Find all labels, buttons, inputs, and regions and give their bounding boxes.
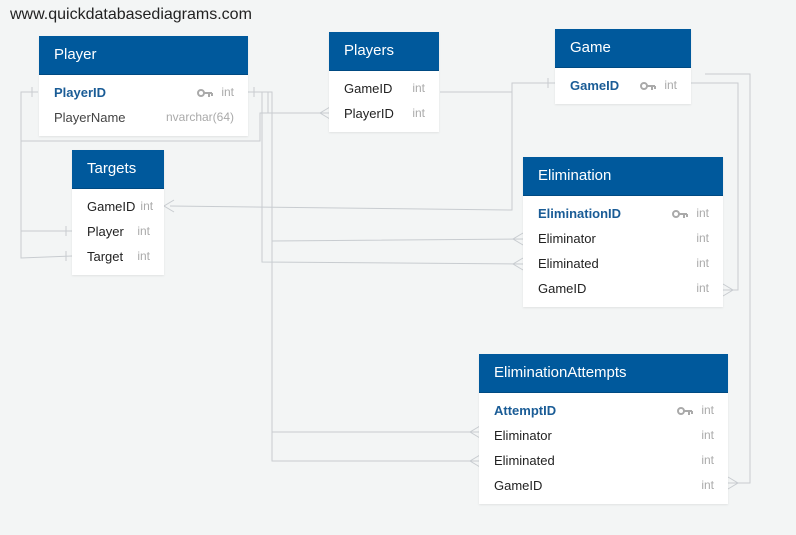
field-row[interactable]: GameID int bbox=[329, 76, 439, 101]
table-elimination[interactable]: Elimination EliminationID int Eliminator… bbox=[523, 157, 723, 307]
field-row[interactable]: Eliminator int bbox=[479, 423, 728, 448]
field-name: EliminationID bbox=[538, 206, 622, 221]
table-title: Elimination bbox=[523, 157, 723, 196]
field-name: PlayerID bbox=[54, 85, 107, 100]
field-name: PlayerID bbox=[344, 106, 394, 121]
link-player-attempt-eliminated bbox=[271, 432, 480, 462]
field-type: int bbox=[696, 256, 709, 270]
table-targets[interactable]: Targets GameID int Player int Target int bbox=[72, 150, 164, 275]
field-type: int bbox=[696, 206, 709, 220]
field-type: int bbox=[701, 428, 714, 442]
field-type: int bbox=[412, 81, 425, 95]
table-game[interactable]: Game GameID int bbox=[555, 29, 691, 104]
field-type: int bbox=[221, 85, 234, 99]
table-player[interactable]: Player PlayerID int PlayerName nvarchar(… bbox=[39, 36, 248, 136]
field-type: int bbox=[412, 106, 425, 120]
field-type: int bbox=[696, 231, 709, 245]
field-name: Eliminated bbox=[538, 256, 599, 271]
field-row[interactable]: PlayerID int bbox=[329, 101, 439, 126]
field-name: Eliminated bbox=[494, 453, 555, 468]
link-game-players bbox=[440, 82, 555, 93]
table-title: Targets bbox=[72, 150, 164, 189]
field-name: PlayerName bbox=[54, 110, 126, 125]
table-title: Players bbox=[329, 32, 439, 71]
table-players[interactable]: Players GameID int PlayerID int bbox=[329, 32, 439, 132]
field-name: AttemptID bbox=[494, 403, 557, 418]
field-type: int bbox=[701, 403, 714, 417]
table-title: Game bbox=[555, 29, 691, 68]
field-row[interactable]: GameID int bbox=[72, 194, 164, 219]
field-row[interactable]: EliminationID int bbox=[523, 201, 723, 226]
link-player-attempt-eliminator bbox=[271, 241, 480, 433]
field-row[interactable]: Player int bbox=[72, 219, 164, 244]
primary-key-icon bbox=[672, 209, 689, 218]
field-name: Player bbox=[87, 224, 124, 239]
field-row[interactable]: AttemptID int bbox=[479, 398, 728, 423]
field-type: int bbox=[701, 478, 714, 492]
field-type: int bbox=[696, 281, 709, 295]
table-eliminationattempts[interactable]: EliminationAttempts AttemptID int Elimin… bbox=[479, 354, 728, 504]
field-name: Eliminator bbox=[538, 231, 596, 246]
field-type: int bbox=[664, 78, 677, 92]
field-row[interactable]: PlayerName nvarchar(64) bbox=[39, 105, 248, 130]
field-name: GameID bbox=[87, 199, 136, 214]
primary-key-icon bbox=[677, 406, 694, 415]
field-row[interactable]: PlayerID int bbox=[39, 80, 248, 105]
field-type: nvarchar(64) bbox=[165, 110, 234, 124]
primary-key-icon bbox=[197, 88, 214, 97]
link-player-players bbox=[248, 91, 330, 114]
field-name: GameID bbox=[494, 478, 543, 493]
field-row[interactable]: GameID int bbox=[523, 276, 723, 301]
field-type: int bbox=[140, 199, 154, 213]
link-player-targets-target bbox=[20, 231, 73, 259]
table-title: EliminationAttempts bbox=[479, 354, 728, 393]
field-row[interactable]: Eliminated int bbox=[479, 448, 728, 473]
field-type: int bbox=[701, 453, 714, 467]
field-row[interactable]: Target int bbox=[72, 244, 164, 269]
field-row[interactable]: Eliminator int bbox=[523, 226, 723, 251]
field-name: GameID bbox=[538, 281, 587, 296]
table-title: Player bbox=[39, 36, 248, 75]
field-row[interactable]: Eliminated int bbox=[523, 251, 723, 276]
field-name: Target bbox=[87, 249, 124, 264]
field-type: int bbox=[137, 249, 150, 263]
field-name: GameID bbox=[344, 81, 393, 96]
field-name: Eliminator bbox=[494, 428, 552, 443]
field-row[interactable]: GameID int bbox=[555, 73, 691, 98]
field-name: GameID bbox=[570, 78, 620, 93]
primary-key-icon bbox=[640, 81, 657, 90]
field-type: int bbox=[137, 224, 150, 238]
field-row[interactable]: GameID int bbox=[479, 473, 728, 498]
